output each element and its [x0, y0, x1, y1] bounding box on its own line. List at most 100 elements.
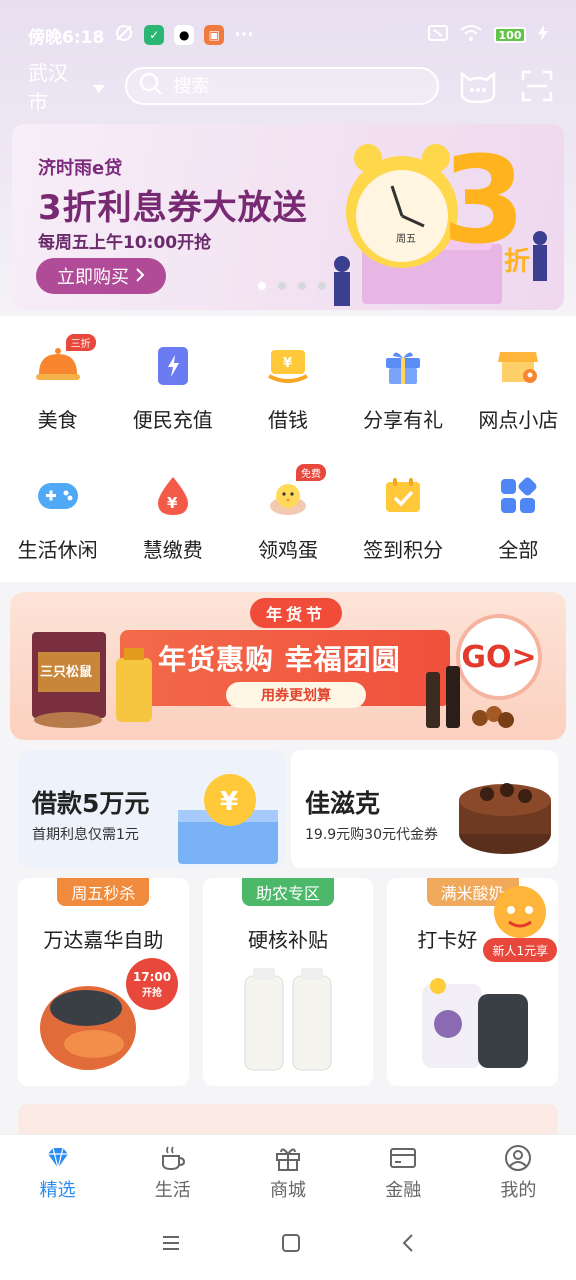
city-selector[interactable]: 武汉市: [28, 57, 106, 115]
carousel-dot[interactable]: [278, 282, 286, 290]
food-cloche-icon: 三折: [34, 334, 96, 390]
grid-item-checkin[interactable]: 签到积分: [346, 446, 461, 576]
search-icon: [139, 72, 163, 100]
feature-grid: 三折 美食 便民充值 ¥ 借钱 分享有礼 网点小店 生活休闲 ¥ 慧缴费 免费 …: [0, 316, 576, 582]
grid-item-label: 网点小店: [478, 408, 559, 432]
grid-item-payment[interactable]: ¥ 慧缴费: [115, 446, 230, 576]
bottom-navigation: 精选 生活 商城 金融 我的: [0, 1134, 576, 1210]
grid-item-label: 便民充值: [132, 408, 213, 432]
tab-finance[interactable]: 金融: [346, 1135, 461, 1210]
card-title: 佳滋克: [305, 789, 381, 818]
grid-item-food[interactable]: 三折 美食: [0, 316, 115, 446]
gift-box-icon: [276, 1147, 300, 1171]
tab-mine[interactable]: 我的: [461, 1135, 576, 1210]
menu-icon[interactable]: [161, 1235, 181, 1255]
wifi-icon: [460, 24, 482, 46]
grid-item-eggs[interactable]: 免费 领鸡蛋: [230, 446, 345, 576]
qq-icon: ●: [174, 25, 195, 45]
tab-featured[interactable]: 精选: [0, 1135, 115, 1210]
buy-now-button[interactable]: 立即购买: [36, 258, 166, 294]
svg-text:¥: ¥: [220, 787, 238, 817]
chick-icon: 免费: [264, 464, 326, 520]
svg-text:¥: ¥: [167, 494, 178, 512]
payment-drop-icon: ¥: [149, 472, 197, 520]
buy-now-label: 立即购买: [57, 267, 129, 288]
grid-item-share[interactable]: 分享有礼: [346, 316, 461, 446]
flash-sale-text: 开抢: [142, 987, 162, 999]
carousel-dot[interactable]: [298, 282, 306, 290]
cat-assistant-icon[interactable]: [457, 65, 499, 107]
loan-icon: ¥: [264, 342, 312, 390]
banner-title: 3折利息券大放送: [38, 188, 308, 228]
grid-item-label: 美食: [37, 408, 78, 432]
grid-item-shop[interactable]: 网点小店: [461, 316, 576, 446]
top-header: 武汉市: [0, 61, 576, 114]
tab-label: 我的: [500, 1179, 537, 1201]
free-tag: 免费: [295, 464, 326, 481]
grid-item-leisure[interactable]: 生活休闲: [0, 446, 115, 576]
svg-text:¥: ¥: [283, 356, 292, 371]
promo-banner[interactable]: 济时雨e贷 3折利息券大放送 每周五上午10:00开抢 立即购买 3 折 周五: [12, 124, 564, 310]
banner-art-unit: 折: [504, 247, 530, 277]
back-icon[interactable]: [401, 1233, 415, 1257]
promo-title: 年货惠购 幸福团圆: [158, 643, 401, 676]
tab-life[interactable]: 生活: [115, 1135, 230, 1210]
cake-card[interactable]: 佳滋克 19.9元购30元代金券: [291, 750, 558, 868]
card-title: 借款5万元: [32, 789, 150, 818]
battery-indicator: 100: [494, 27, 526, 43]
grid-item-label: 借钱: [267, 408, 308, 432]
grid-item-label: 签到积分: [363, 538, 444, 562]
caret-down-icon: [93, 74, 106, 98]
coffee-cup-icon: [161, 1146, 185, 1170]
search-bar[interactable]: [125, 67, 439, 105]
grid-item-label: 全部: [498, 538, 539, 562]
yogurt-cups-image: [421, 978, 528, 1068]
shopping-app-icon: ▣: [204, 25, 225, 45]
tab-label: 生活: [154, 1179, 191, 1201]
tiger-mascot-icon: [494, 886, 547, 938]
deal-tag: 助农专区: [241, 878, 335, 906]
gamepad-icon: [34, 472, 82, 520]
chocolate-cake-image: [459, 783, 551, 854]
card-subtitle: 19.9元购30元代金券: [305, 827, 438, 843]
grid-item-label: 生活休闲: [17, 538, 98, 562]
sauce-bottles-illustration: [426, 666, 514, 728]
grid-item-recharge[interactable]: 便民充值: [115, 316, 230, 446]
snack-gift-box-illustration: 三只松鼠: [32, 632, 152, 728]
deal-card[interactable]: 周五秒杀 万达嘉华自助 17:00 开抢: [18, 878, 189, 1086]
deal-card[interactable]: 满米酸奶 打卡好 新人1元享: [387, 878, 559, 1086]
banner-subtitle: 每周五上午10:00开抢: [38, 233, 212, 253]
charging-icon: [538, 25, 548, 45]
all-apps-icon: [494, 472, 542, 520]
new-year-promo-banner[interactable]: 年货节 年货惠购 幸福团圆 用券更划算 GO> 三只松鼠: [10, 592, 566, 740]
status-time: 傍晚6:18: [28, 27, 105, 48]
grid-item-loan[interactable]: ¥ 借钱: [230, 316, 345, 446]
alarm-clock-illustration: 3 折 周五: [334, 134, 547, 306]
new-user-badge: 新人1元享: [483, 938, 558, 962]
grid-item-all[interactable]: 全部: [461, 446, 576, 576]
home-icon[interactable]: [281, 1233, 301, 1257]
tab-label: 金融: [385, 1179, 422, 1201]
scan-icon[interactable]: [516, 65, 558, 107]
sync-off-icon: [114, 23, 134, 48]
feature-cards: 借款5万元 首期利息仅需1元 ¥ 佳滋克 19.9元购30元代金券: [18, 750, 558, 868]
carousel-dot[interactable]: [318, 282, 326, 290]
tab-label: 商城: [270, 1179, 306, 1201]
carousel-dots[interactable]: [258, 282, 326, 290]
card-icon: [390, 1147, 417, 1168]
carousel-dot[interactable]: [258, 282, 266, 290]
tab-mall[interactable]: 商城: [230, 1135, 345, 1210]
new-user-mascot: 新人1元享: [483, 882, 558, 964]
loan-card[interactable]: 借款5万元 首期利息仅需1元 ¥: [18, 750, 285, 868]
promo-subtitle: 用券更划算: [226, 682, 366, 708]
product-box-text: 三只松鼠: [40, 664, 92, 680]
profile-icon: [505, 1144, 532, 1171]
card-subtitle: 首期利息仅需1元: [32, 827, 139, 843]
search-input[interactable]: [173, 75, 394, 97]
coin-box-icon: ¥: [178, 774, 278, 864]
city-name: 武汉市: [28, 61, 68, 114]
grid-item-label: 领鸡蛋: [257, 538, 318, 562]
flash-sale-badge: 17:00 开抢: [126, 958, 178, 1010]
deal-card[interactable]: 助农专区 硬核补贴: [202, 878, 374, 1086]
nfc-icon: [428, 25, 448, 45]
